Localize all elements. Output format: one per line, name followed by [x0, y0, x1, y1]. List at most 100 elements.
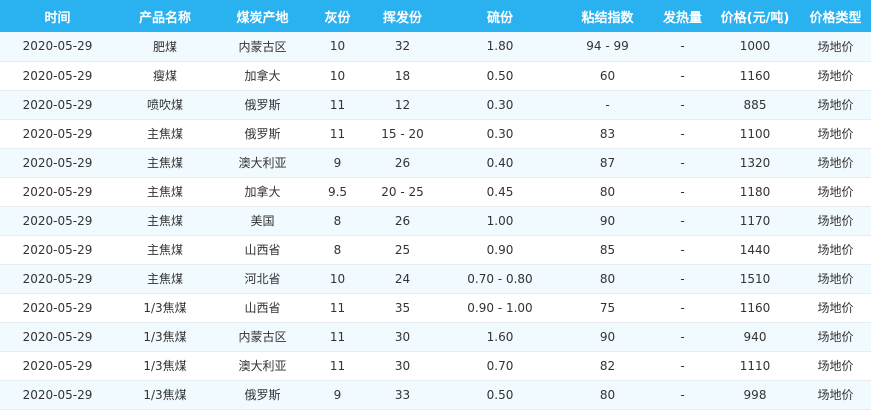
table-header: 时间 产品名称 煤炭产地 灰份 挥发份 硫份 粘结指数 发热量 价格(元/吨) …	[0, 0, 871, 32]
table-row[interactable]: 2020-05-29 1/3焦煤 山西省 11 35 0.90 - 1.00 75-1160…	[0, 293, 871, 323]
cell-caking-index: 87	[560, 148, 655, 178]
table-row[interactable]: 2020-05-29 1/3焦煤 俄罗斯 9 33 0.50 80-998 场地价	[0, 380, 871, 410]
cell-product-name: 肥煤	[115, 32, 215, 62]
cell-ash: 8	[310, 206, 365, 236]
cell-price: 1000	[710, 32, 800, 62]
cell-price-type: 场地价	[800, 90, 871, 120]
table-row[interactable]: 2020-05-29 主焦煤 澳大利亚 9 26 0.40 87-1320 场地价	[0, 148, 871, 178]
cell-volatile: 30	[365, 351, 440, 381]
header-price[interactable]: 价格(元/吨)	[710, 0, 800, 32]
cell-time: 2020-05-29	[0, 90, 115, 120]
coal-price-table-container: 时间 产品名称 煤炭产地 灰份 挥发份 硫份 粘结指数 发热量 价格(元/吨) …	[0, 0, 871, 410]
cell-calorific: -	[655, 206, 710, 236]
cell-price: 940	[710, 322, 800, 352]
cell-product-name: 1/3焦煤	[115, 322, 215, 352]
cell-price: 1160	[710, 61, 800, 91]
cell-sulfur: 0.30	[440, 119, 560, 149]
cell-volatile: 26	[365, 148, 440, 178]
cell-price: 1100	[710, 119, 800, 149]
cell-product-name: 主焦煤	[115, 148, 215, 178]
header-time[interactable]: 时间	[0, 0, 115, 32]
cell-time: 2020-05-29	[0, 380, 115, 410]
cell-origin: 美国	[215, 206, 310, 236]
table-row[interactable]: 2020-05-29 主焦煤 美国 8 26 1.00 90-1170 场地价	[0, 206, 871, 236]
cell-volatile: 25	[365, 235, 440, 265]
cell-ash: 8	[310, 235, 365, 265]
cell-price-type: 场地价	[800, 119, 871, 149]
cell-calorific: -	[655, 293, 710, 323]
cell-volatile: 15 - 20	[365, 119, 440, 149]
cell-volatile: 24	[365, 264, 440, 294]
cell-sulfur: 0.30	[440, 90, 560, 120]
cell-price: 1320	[710, 148, 800, 178]
cell-volatile: 26	[365, 206, 440, 236]
cell-price-type: 场地价	[800, 351, 871, 381]
table-row[interactable]: 2020-05-29 主焦煤 山西省 8 25 0.90 85-1440 场地价	[0, 235, 871, 265]
cell-caking-index: 83	[560, 119, 655, 149]
cell-origin: 加拿大	[215, 61, 310, 91]
cell-origin: 俄罗斯	[215, 90, 310, 120]
coal-price-table: 时间 产品名称 煤炭产地 灰份 挥发份 硫份 粘结指数 发热量 价格(元/吨) …	[0, 0, 871, 410]
table-row[interactable]: 2020-05-29 主焦煤 俄罗斯 11 15 - 20 0.30 83-1100 场地价	[0, 119, 871, 149]
cell-ash: 10	[310, 264, 365, 294]
header-product-name[interactable]: 产品名称	[115, 0, 215, 32]
cell-sulfur: 0.45	[440, 177, 560, 207]
cell-time: 2020-05-29	[0, 235, 115, 265]
cell-price-type: 场地价	[800, 206, 871, 236]
header-caking-index[interactable]: 粘结指数	[560, 0, 655, 32]
cell-origin: 山西省	[215, 293, 310, 323]
cell-price: 885	[710, 90, 800, 120]
cell-calorific: -	[655, 351, 710, 381]
cell-calorific: -	[655, 380, 710, 410]
header-price-type[interactable]: 价格类型	[800, 0, 871, 32]
table-body: 2020-05-29 肥煤 内蒙古区 10 32 1.80 94 - 99-1000 场地价 2…	[0, 32, 871, 410]
cell-time: 2020-05-29	[0, 32, 115, 62]
table-row[interactable]: 2020-05-29 肥煤 内蒙古区 10 32 1.80 94 - 99-1000 场地价	[0, 32, 871, 62]
cell-calorific: -	[655, 235, 710, 265]
cell-volatile: 35	[365, 293, 440, 323]
cell-caking-index: 94 - 99	[560, 32, 655, 62]
table-row[interactable]: 2020-05-29 主焦煤 加拿大 9.5 20 - 25 0.45 80-1180 场地价	[0, 177, 871, 207]
cell-calorific: -	[655, 322, 710, 352]
header-ash[interactable]: 灰份	[310, 0, 365, 32]
cell-ash: 10	[310, 61, 365, 91]
header-sulfur[interactable]: 硫份	[440, 0, 560, 32]
cell-time: 2020-05-29	[0, 322, 115, 352]
cell-origin: 澳大利亚	[215, 148, 310, 178]
header-calorific[interactable]: 发热量	[655, 0, 710, 32]
cell-ash: 9	[310, 380, 365, 410]
cell-product-name: 1/3焦煤	[115, 380, 215, 410]
cell-caking-index: 82	[560, 351, 655, 381]
cell-price-type: 场地价	[800, 264, 871, 294]
cell-origin: 俄罗斯	[215, 380, 310, 410]
cell-sulfur: 1.00	[440, 206, 560, 236]
cell-caking-index: 90	[560, 322, 655, 352]
cell-origin: 内蒙古区	[215, 322, 310, 352]
cell-time: 2020-05-29	[0, 351, 115, 381]
cell-calorific: -	[655, 61, 710, 91]
cell-product-name: 1/3焦煤	[115, 293, 215, 323]
cell-time: 2020-05-29	[0, 119, 115, 149]
cell-price-type: 场地价	[800, 293, 871, 323]
cell-origin: 澳大利亚	[215, 351, 310, 381]
cell-calorific: -	[655, 148, 710, 178]
table-row[interactable]: 2020-05-29 1/3焦煤 内蒙古区 11 30 1.60 90-940 场地价	[0, 322, 871, 352]
header-origin[interactable]: 煤炭产地	[215, 0, 310, 32]
table-row[interactable]: 2020-05-29 瘦煤 加拿大 10 18 0.50 60-1160 场地价	[0, 61, 871, 91]
cell-product-name: 1/3焦煤	[115, 351, 215, 381]
cell-caking-index: 60	[560, 61, 655, 91]
header-row: 时间 产品名称 煤炭产地 灰份 挥发份 硫份 粘结指数 发热量 价格(元/吨) …	[0, 0, 871, 32]
table-row[interactable]: 2020-05-29 主焦煤 河北省 10 24 0.70 - 0.80 80-1510 场地…	[0, 264, 871, 294]
cell-price-type: 场地价	[800, 148, 871, 178]
cell-product-name: 主焦煤	[115, 206, 215, 236]
header-volatile[interactable]: 挥发份	[365, 0, 440, 32]
cell-ash: 10	[310, 32, 365, 62]
cell-ash: 11	[310, 119, 365, 149]
cell-sulfur: 0.40	[440, 148, 560, 178]
table-row[interactable]: 2020-05-29 喷吹煤 俄罗斯 11 12 0.30- -885 场地价	[0, 90, 871, 120]
table-row[interactable]: 2020-05-29 1/3焦煤 澳大利亚 11 30 0.70 82-1110 场地价	[0, 351, 871, 381]
cell-time: 2020-05-29	[0, 293, 115, 323]
cell-price-type: 场地价	[800, 380, 871, 410]
cell-price-type: 场地价	[800, 322, 871, 352]
cell-price-type: 场地价	[800, 61, 871, 91]
